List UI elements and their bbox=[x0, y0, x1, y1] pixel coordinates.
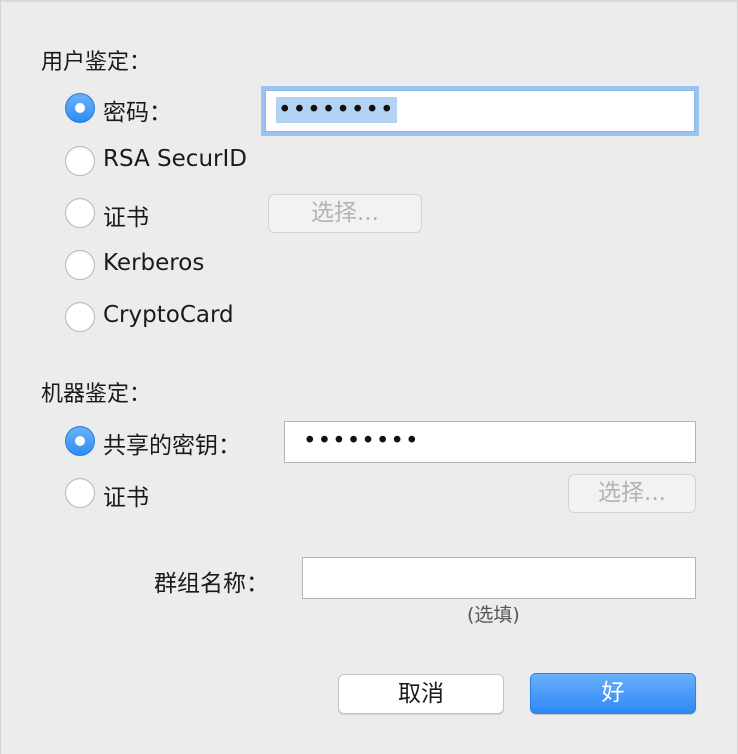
password-value: •••••••• bbox=[276, 97, 397, 123]
vpn-auth-settings-dialog: 用户鉴定： 密码： •••••••• RSA SecurID 证书 选择... … bbox=[0, 0, 738, 754]
radio-password-label[interactable]: 密码： bbox=[103, 93, 172, 127]
cancel-button[interactable]: 取消 bbox=[338, 674, 504, 714]
radio-shared-secret-label[interactable]: 共享的密钥： bbox=[103, 426, 241, 460]
user-auth-title: 用户鉴定： bbox=[41, 50, 152, 75]
group-name-input[interactable] bbox=[302, 557, 696, 599]
radio-cryptocard-label[interactable]: CryptoCard bbox=[103, 302, 234, 328]
radio-rsa-securid[interactable] bbox=[65, 146, 95, 176]
radio-kerberos[interactable] bbox=[65, 250, 95, 280]
radio-password[interactable] bbox=[65, 93, 95, 123]
radio-user-certificate-label[interactable]: 证书 bbox=[103, 198, 149, 232]
shared-secret-value: •••••••• bbox=[303, 428, 420, 454]
ok-button[interactable]: 好 bbox=[530, 673, 696, 714]
top-divider bbox=[1, 0, 738, 2]
machine-auth-title: 机器鉴定： bbox=[41, 382, 152, 407]
password-input[interactable]: •••••••• bbox=[265, 90, 695, 132]
radio-machine-certificate[interactable] bbox=[65, 478, 95, 508]
machine-cert-select-button[interactable]: 选择... bbox=[568, 474, 696, 513]
radio-rsa-securid-label[interactable]: RSA SecurID bbox=[103, 146, 247, 172]
group-name-label: 群组名称： bbox=[154, 571, 269, 597]
group-name-optional-hint: (选填) bbox=[467, 604, 520, 626]
shared-secret-input[interactable]: •••••••• bbox=[284, 421, 696, 463]
radio-kerberos-label[interactable]: Kerberos bbox=[103, 250, 204, 276]
radio-machine-certificate-label[interactable]: 证书 bbox=[103, 478, 149, 512]
radio-cryptocard[interactable] bbox=[65, 302, 95, 332]
radio-user-certificate[interactable] bbox=[65, 198, 95, 228]
user-cert-select-button[interactable]: 选择... bbox=[268, 194, 422, 233]
radio-shared-secret[interactable] bbox=[65, 426, 95, 456]
